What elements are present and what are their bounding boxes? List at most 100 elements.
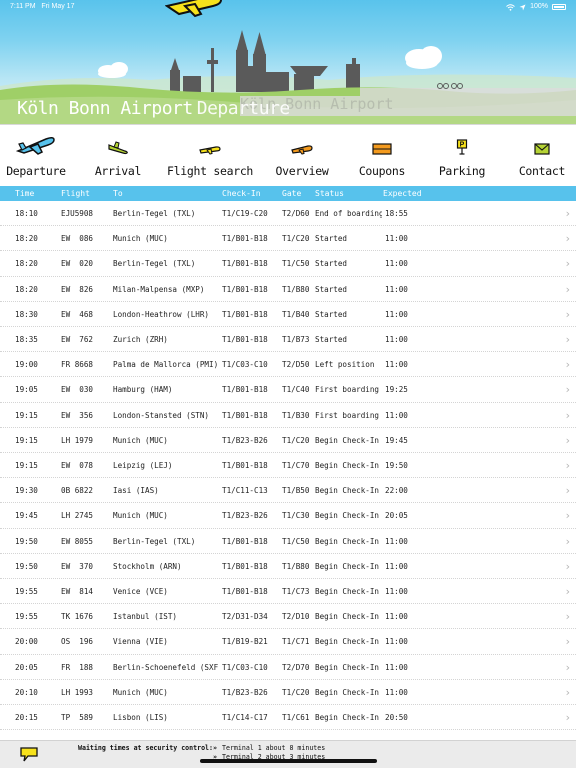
- arrival-plane-icon: [108, 141, 128, 155]
- table-row[interactable]: 19:55 EW 814 Venice (VCE) T1/B01-B18 T1/C73 B…: [0, 579, 576, 605]
- table-row[interactable]: 19:15 LH 1979 Munich (MUC) T1/B23-B26 T1/C20…: [0, 428, 576, 453]
- double-chevron-icon: »: [213, 744, 217, 752]
- cell-checkin: T1/B01-B18: [222, 259, 268, 269]
- table-row[interactable]: 19:30 0B 6822 Iasi (IAS) T1/C11-C13 T1/B50 Be…: [0, 478, 576, 504]
- chevron-right-icon: ›: [565, 610, 570, 624]
- table-row[interactable]: 18:30 EW 468 London-Heathrow (LHR) T1/B01-B…: [0, 302, 576, 327]
- departure-plane-icon: [16, 136, 55, 155]
- table-row[interactable]: 20:05 FR 188 Berlin-Schoenefeld (SXF) T1/C0…: [0, 655, 576, 680]
- table-row[interactable]: 19:50 EW 370 Stockholm (ARN) T1/B01-B18 T1/B…: [0, 554, 576, 579]
- table-row[interactable]: 19:15 EW 356 London-Stansted (STN) T1/B01-B…: [0, 403, 576, 428]
- location-arrow-icon: [519, 4, 526, 10]
- table-row[interactable]: 19:00 FR 8668 Palma de Mallorca (PMI) T1/C0…: [0, 352, 576, 378]
- cell-time: 19:55: [15, 612, 38, 622]
- table-row[interactable]: 20:10 LH 1993 Munich (MUC) T1/B23-B26 T1/C20…: [0, 680, 576, 705]
- cell-expected: 19:45: [385, 435, 408, 445]
- cell-checkin: T2/D31-D34: [222, 612, 268, 622]
- status-time: 7:11 PM Fri May 17: [10, 0, 74, 14]
- chevron-right-icon: ›: [565, 307, 570, 321]
- col-header-gate: Gate: [282, 189, 302, 198]
- chevron-right-icon: ›: [565, 333, 570, 346]
- cell-flight: LH 2745: [61, 511, 94, 521]
- airport-name: Köln Bonn Airport: [17, 98, 193, 119]
- nav-label-coupons: Coupons: [358, 164, 406, 178]
- cell-flight: EW 030: [61, 385, 94, 395]
- chevron-right-icon: ›: [565, 408, 570, 422]
- cell-flight: EJU5908: [61, 209, 94, 218]
- cell-time: 20:10: [15, 687, 38, 697]
- cell-destination: Munich (MUC): [113, 234, 168, 244]
- cell-destination: Stockholm (ARN): [113, 561, 182, 571]
- cell-time: 19:30: [15, 486, 38, 496]
- nav-item-contact[interactable]: Contact: [512, 125, 572, 187]
- cell-expected: 11:00: [385, 284, 408, 294]
- nav-item-overview[interactable]: Overview: [272, 125, 332, 187]
- cell-flight: FR 8668: [61, 360, 94, 370]
- cell-flight: OS 196: [61, 637, 94, 647]
- chevron-right-icon: ›: [565, 559, 570, 573]
- home-indicator[interactable]: [200, 759, 377, 763]
- header-banner: 7:11 PM Fri May 17 100% Köln Bonn Airpor…: [0, 0, 576, 124]
- cell-status: Begin Check-In: [315, 612, 380, 622]
- table-row[interactable]: 20:15 TP 589 Lisbon (LIS) T1/C14-C17 T1/C61 B…: [0, 705, 576, 731]
- nav-item-flight-search[interactable]: Flight search: [167, 125, 253, 187]
- cell-status: Begin Check-In / Delayed: [315, 511, 380, 521]
- nav-item-coupons[interactable]: Coupons: [352, 125, 412, 187]
- cell-expected: 11:00: [385, 612, 408, 622]
- cell-status: Left position: [315, 360, 375, 370]
- cell-checkin: T1/B01-B18: [222, 587, 268, 596]
- cell-gate: T1/C30: [282, 511, 310, 521]
- status-date: Fri May 17: [41, 3, 75, 10]
- cell-checkin: T1/B01-B18: [222, 284, 268, 294]
- parking-sign-icon: P: [456, 139, 468, 155]
- cell-gate: T1/C50: [282, 259, 310, 269]
- table-row[interactable]: 19:05 EW 030 Hamburg (HAM) T1/B01-B18 T1/C40…: [0, 377, 576, 403]
- cell-time: 19:00: [15, 360, 38, 370]
- cell-destination: Hamburg (HAM): [113, 385, 173, 395]
- main-navigation: Departure Arrival Flight search Overview: [0, 124, 576, 186]
- cell-checkin: T1/B23-B26: [222, 687, 268, 697]
- nav-item-departure[interactable]: Departure: [4, 125, 68, 187]
- cell-status: Started: [315, 234, 348, 244]
- cell-status: Started: [315, 335, 348, 344]
- battery-icon: [552, 4, 566, 10]
- table-row[interactable]: 19:50 EW 8055 Berlin-Tegel (TXL) T1/B01-B18…: [0, 529, 576, 554]
- table-row[interactable]: 20:00 OS 196 Vienna (VIE) T1/B19-B21 T1/C71 B…: [0, 629, 576, 655]
- chevron-right-icon: ›: [565, 257, 570, 271]
- cell-gate: T1/C20: [282, 687, 310, 697]
- table-row[interactable]: 19:55 TK 1676 Istanbul (IST) T2/D31-D34 T2/D…: [0, 604, 576, 630]
- departures-table-body: 18:10 EJU5908 Berlin-Tegel (TXL) T1/C19-C20…: [0, 201, 576, 740]
- cell-status: Begin Check-In / Delayed: [315, 486, 380, 496]
- cell-time: 18:35: [15, 335, 38, 344]
- chevron-right-icon: ›: [565, 433, 570, 447]
- cell-time: 20:00: [15, 637, 38, 647]
- nav-item-parking[interactable]: P Parking: [432, 125, 492, 187]
- table-row[interactable]: 19:15 EW 078 Leipzig (LEJ) T1/B01-B18 T1/C70…: [0, 453, 576, 479]
- cell-status: Started: [315, 259, 348, 269]
- chevron-right-icon: ›: [565, 534, 570, 548]
- table-row[interactable]: 19:45 LH 2745 Munich (MUC) T1/B23-B26 T1/C30…: [0, 503, 576, 529]
- terminal-1-wait-text: Terminal 1 about 8 minutes: [222, 744, 326, 752]
- cell-gate: T1/C20: [282, 435, 310, 445]
- cell-flight: EW 814: [61, 587, 94, 596]
- cell-gate: T1/B80: [282, 284, 310, 294]
- col-header-expected: Expected: [383, 189, 422, 198]
- cell-time: 18:10: [15, 209, 38, 218]
- table-row[interactable]: 18:35 EW 762 Zurich (ZRH) T1/B01-B18 T1/B73 S…: [0, 327, 576, 353]
- nav-item-arrival[interactable]: Arrival: [88, 125, 148, 187]
- table-row[interactable]: 18:20 EW 086 Munich (MUC) T1/B01-B18 T1/C20 S…: [0, 226, 576, 252]
- cell-checkin: T1/B19-B21: [222, 637, 268, 647]
- svg-text:P: P: [460, 142, 465, 149]
- cell-expected: 11:00: [385, 662, 408, 672]
- speech-bubble-icon: [20, 747, 38, 762]
- cell-expected: 18:55: [385, 209, 408, 218]
- status-clock: 7:11 PM: [10, 3, 36, 10]
- table-row[interactable]: 18:20 EW 826 Milan-Malpensa (MXP) T1/B01-B1…: [0, 277, 576, 302]
- cell-flight: EW 370: [61, 561, 94, 571]
- cell-destination: Venice (VCE): [113, 587, 168, 596]
- table-row[interactable]: 18:10 EJU5908 Berlin-Tegel (TXL) T1/C19-C20…: [0, 201, 576, 227]
- cell-checkin: T1/B23-B26: [222, 435, 268, 445]
- cell-expected: 20:05: [385, 511, 408, 521]
- table-row[interactable]: 18:20 EW 020 Berlin-Tegel (TXL) T1/B01-B18 T…: [0, 251, 576, 277]
- cell-checkin: T1/B01-B18: [222, 561, 268, 571]
